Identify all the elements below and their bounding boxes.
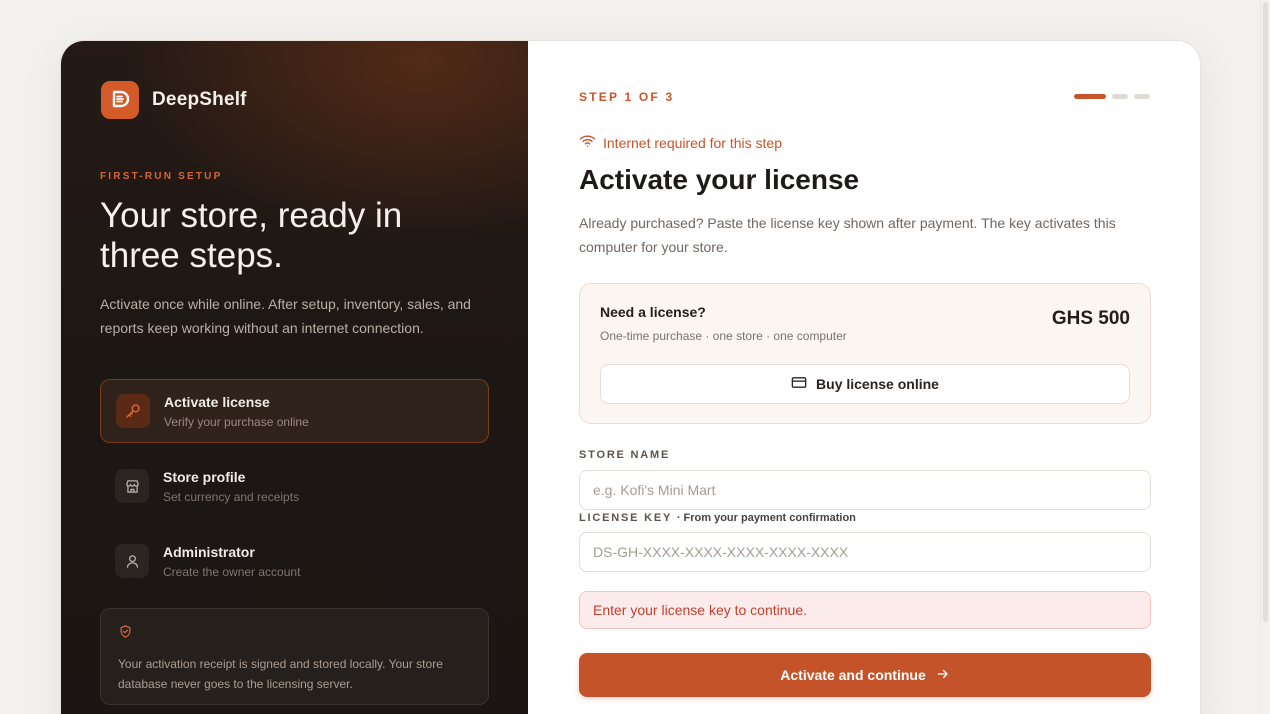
- step-administrator[interactable]: Administrator Create the owner account: [100, 529, 489, 593]
- shield-check-icon: [118, 625, 133, 643]
- privacy-note: Your activation receipt is signed and st…: [100, 608, 489, 705]
- key-icon: [116, 394, 150, 428]
- network-notice-text: Internet required for this step: [603, 134, 782, 151]
- steps-list: Activate license Verify your purchase on…: [100, 379, 489, 604]
- buy-license-button[interactable]: Buy license online: [600, 364, 1130, 404]
- progress-dots: [1074, 94, 1150, 99]
- progress-dot-3: [1134, 94, 1150, 99]
- progress-dot-1: [1074, 94, 1106, 99]
- license-box-subtitle: One-time purchase · one store · one comp…: [600, 329, 847, 343]
- step-subtitle: Verify your purchase online: [164, 414, 309, 429]
- logo-icon: [101, 81, 139, 119]
- brand-name: DeepShelf: [152, 89, 247, 110]
- page-description: Already purchased? Paste the license key…: [579, 215, 1116, 255]
- scrollbar-thumb[interactable]: [1263, 2, 1268, 622]
- wifi-icon: [579, 134, 596, 151]
- store-name-label: STORE NAME: [579, 449, 671, 461]
- network-notice: Internet required for this step: [579, 134, 782, 151]
- license-key-label: LICENSE KEY: [579, 512, 672, 524]
- step-title: Administrator: [163, 543, 255, 560]
- license-key-label-row: LICENSE KEY · From your payment confirma…: [579, 512, 856, 524]
- user-icon: [115, 544, 149, 578]
- buy-license-label: Buy license online: [816, 376, 939, 392]
- step-subtitle: Create the owner account: [163, 564, 301, 579]
- privacy-note-text: Your activation receipt is signed and st…: [118, 657, 443, 691]
- brand: DeepShelf: [101, 81, 247, 119]
- scrollbar[interactable]: [1260, 0, 1270, 714]
- left-panel: DeepShelf FIRST-RUN SETUP Your store, re…: [61, 41, 528, 714]
- lead-text: Activate once while online. After setup,…: [100, 296, 471, 336]
- headline: Your store, ready in three steps.: [100, 196, 403, 275]
- step-subtitle: Set currency and receipts: [163, 489, 300, 504]
- setup-eyebrow: FIRST-RUN SETUP: [100, 171, 223, 182]
- page-title: Activate your license: [579, 164, 860, 195]
- activate-continue-button[interactable]: Activate and continue: [579, 653, 1151, 697]
- license-box-title: Need a license?: [600, 304, 706, 320]
- credit-card-icon: [791, 376, 807, 392]
- step-activate-license[interactable]: Activate license Verify your purchase on…: [100, 379, 489, 443]
- error-message: Enter your license key to continue.: [579, 591, 1151, 629]
- step-indicator: STEP 1 OF 3: [579, 90, 675, 104]
- step-title: Store profile: [163, 468, 246, 485]
- license-price: GHS 500: [1051, 308, 1130, 329]
- step-title: Activate license: [164, 393, 270, 410]
- store-name-input[interactable]: [579, 470, 1151, 510]
- license-key-hint: · From your payment confirmation: [676, 512, 856, 524]
- step-store-profile[interactable]: Store profile Set currency and receipts: [100, 454, 489, 518]
- store-icon: [115, 469, 149, 503]
- setup-card: DeepShelf FIRST-RUN SETUP Your store, re…: [60, 40, 1201, 714]
- license-purchase-box: Need a license? One-time purchase · one …: [579, 283, 1151, 424]
- right-panel: STEP 1 OF 3 Internet required for this s…: [528, 41, 1200, 714]
- arrow-right-icon: [936, 667, 950, 684]
- activate-continue-label: Activate and continue: [780, 667, 926, 683]
- license-key-input[interactable]: [579, 532, 1151, 572]
- progress-dot-2: [1112, 94, 1128, 99]
